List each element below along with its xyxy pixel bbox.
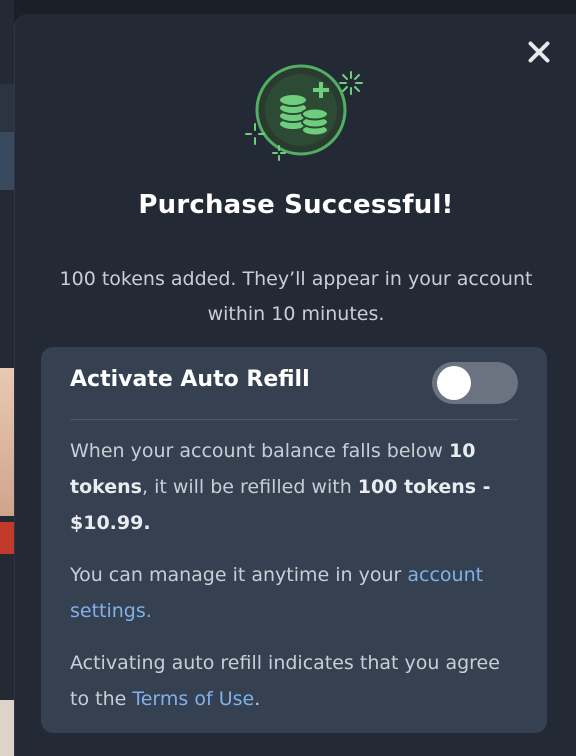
terms-note: Activating auto refill indicates that yo… (70, 645, 518, 717)
background-tab (0, 132, 14, 190)
modal-subtitle: 100 tokens added. They’ll appear in your… (59, 268, 533, 325)
purchase-success-modal: Purchase Successful! 100 tokens added. T… (14, 14, 576, 756)
manage-text: You can manage it anytime in your (70, 564, 408, 586)
auto-refill-header: Activate Auto Refill (70, 347, 518, 420)
background-image-2 (0, 700, 14, 756)
background-image (0, 368, 14, 516)
auto-refill-body: When your account balance falls below 10… (70, 433, 518, 733)
close-icon[interactable] (527, 40, 551, 64)
toggle-knob (437, 366, 471, 400)
background-header (0, 84, 14, 132)
auto-refill-card: Activate Auto Refill When your account b… (41, 347, 547, 733)
auto-refill-title: Activate Auto Refill (70, 367, 310, 392)
background-badge (0, 522, 14, 554)
auto-refill-toggle[interactable] (432, 362, 518, 404)
terms-end: . (254, 688, 261, 710)
description-text: When your account balance falls below (70, 440, 449, 462)
terms-of-use-link[interactable]: Terms of Use (132, 688, 254, 710)
auto-refill-description: When your account balance falls below 10… (70, 433, 518, 541)
coins-plus-icon (245, 64, 363, 161)
description-text-2: , it will be refilled with (141, 476, 358, 498)
modal-title: Purchase Successful! (138, 190, 454, 220)
manage-note: You can manage it anytime in your accoun… (70, 557, 518, 629)
